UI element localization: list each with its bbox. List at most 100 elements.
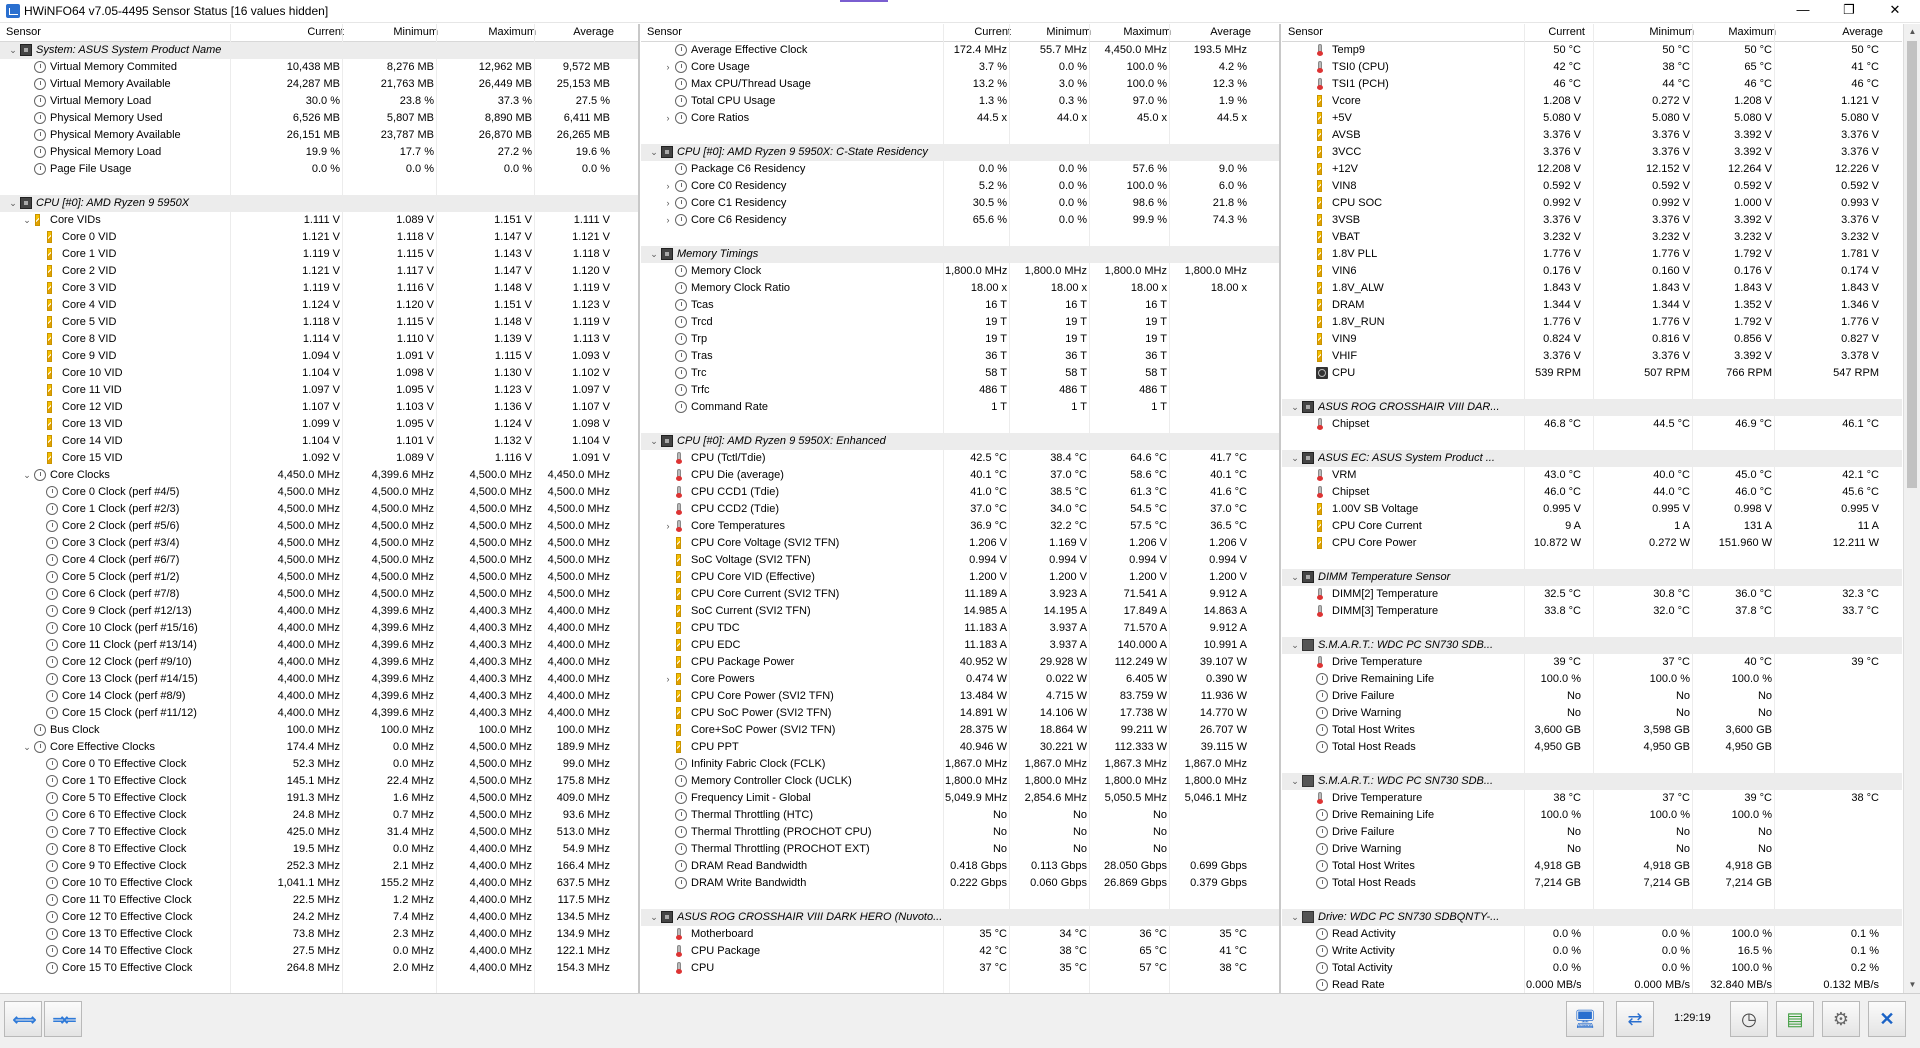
- sensor-row[interactable]: Drive Failure No No No: [1282, 824, 1902, 841]
- sensor-row[interactable]: Page File Usage 0.0 % 0.0 % 0.0 % 0.0 %: [0, 161, 638, 178]
- sensor-row[interactable]: TSI1 (PCH) 46 °C 44 °C 46 °C 46 °C: [1282, 76, 1902, 93]
- sensor-row[interactable]: Total Host Writes 3,600 GB 3,598 GB 3,600 G…: [1282, 722, 1902, 739]
- sensor-row[interactable]: Drive Temperature 39 °C 37 °C 40 °C 39 °C: [1282, 654, 1902, 671]
- sensor-group-header[interactable]: ⌄ DIMM Temperature Sensor: [1282, 569, 1902, 586]
- sensor-row[interactable]: Average Effective Clock 172.4 MHz 55.7 MHz…: [641, 42, 1279, 59]
- sensor-row[interactable]: 3VSB 3.376 V 3.376 V 3.392 V 3.376 V: [1282, 212, 1902, 229]
- column-header-maximum[interactable]: Maximum: [1694, 24, 1776, 41]
- sensor-row[interactable]: Core 8 T0 Effective Clock 19.5 MHz 0.0 MHz…: [0, 841, 638, 858]
- sensor-row[interactable]: VRM 43.0 °C 40.0 °C 45.0 °C 42.1 °C: [1282, 467, 1902, 484]
- sensor-row[interactable]: Core 1 Clock (perf #2/3) 4,500.0 MHz 4,500…: [0, 501, 638, 518]
- sensor-row[interactable]: Memory Controller Clock (UCLK) 1,800.0 MH…: [641, 773, 1279, 790]
- sensor-row[interactable]: DRAM Write Bandwidth 0.222 Gbps 0.060 Gbps…: [641, 875, 1279, 892]
- expand-chevron-icon[interactable]: ›: [663, 518, 673, 535]
- column-header-sensor[interactable]: Sensor: [1288, 24, 1524, 41]
- sensor-row[interactable]: Physical Memory Load 19.9 % 17.7 % 27.2 % 19…: [0, 144, 638, 161]
- sensor-row[interactable]: CPU Core VID (Effective) 1.200 V 1.200 V 1.…: [641, 569, 1279, 586]
- column-header-minimum[interactable]: Minimum: [344, 24, 438, 41]
- column-header-sensor[interactable]: Sensor: [647, 24, 943, 41]
- sensor-row[interactable]: +5V 5.080 V 5.080 V 5.080 V 5.080 V: [1282, 110, 1902, 127]
- column-header-current[interactable]: Current: [1526, 24, 1585, 41]
- column-header-average[interactable]: Average: [536, 24, 614, 41]
- sensor-row[interactable]: Infinity Fabric Clock (FCLK) 1,867.0 MHz 1…: [641, 756, 1279, 773]
- column-header-maximum[interactable]: Maximum: [1091, 24, 1171, 41]
- sensor-row[interactable]: Trcd 19 T 19 T 19 T: [641, 314, 1279, 331]
- sensor-row[interactable]: Core 11 VID 1.097 V 1.095 V 1.123 V 1.097 V: [0, 382, 638, 399]
- sensor-row[interactable]: › Core Temperatures 36.9 °C 32.2 °C 57.5 °C 3…: [641, 518, 1279, 535]
- column-header-sensor[interactable]: Sensor: [6, 24, 230, 41]
- sensor-row[interactable]: Core 13 T0 Effective Clock 73.8 MHz 2.3 MH…: [0, 926, 638, 943]
- expand-chevron-icon[interactable]: ›: [663, 212, 673, 229]
- sensor-row[interactable]: Core 5 VID 1.118 V 1.115 V 1.148 V 1.119 V: [0, 314, 638, 331]
- sensor-row[interactable]: Thermal Throttling (PROCHOT CPU) No No No: [641, 824, 1279, 841]
- sensor-row[interactable]: Core 0 VID 1.121 V 1.118 V 1.147 V 1.121 V: [0, 229, 638, 246]
- sensor-row[interactable]: Trc 58 T 58 T 58 T: [641, 365, 1279, 382]
- sensor-group-header[interactable]: ⌄ CPU [#0]: AMD Ryzen 9 5950X: [0, 195, 638, 212]
- sensor-row[interactable]: TSI0 (CPU) 42 °C 38 °C 65 °C 41 °C: [1282, 59, 1902, 76]
- collapse-chevron-icon[interactable]: ⌄: [649, 246, 659, 263]
- sensor-group-header[interactable]: ⌄ CPU [#0]: AMD Ryzen 9 5950X: C-State Re…: [641, 144, 1279, 161]
- sensor-row[interactable]: Command Rate 1 T 1 T 1 T: [641, 399, 1279, 416]
- sensor-row[interactable]: Core 9 T0 Effective Clock 252.3 MHz 2.1 MH…: [0, 858, 638, 875]
- sensor-row[interactable]: Total Host Reads 7,214 GB 7,214 GB 7,214 GB: [1282, 875, 1902, 892]
- sensor-row[interactable]: Core 5 Clock (perf #1/2) 4,500.0 MHz 4,500…: [0, 569, 638, 586]
- sensor-row[interactable]: DIMM[3] Temperature 33.8 °C 32.0 °C 37.8 °C…: [1282, 603, 1902, 620]
- sensor-row[interactable]: Chipset 46.0 °C 44.0 °C 46.0 °C 45.6 °C: [1282, 484, 1902, 501]
- vertical-scrollbar[interactable]: ▲ ▼: [1903, 24, 1920, 993]
- report-button[interactable]: 🖥: [1566, 1001, 1604, 1037]
- sensor-row[interactable]: Core 0 T0 Effective Clock 52.3 MHz 0.0 MHz…: [0, 756, 638, 773]
- sensor-row[interactable]: Tcas 16 T 16 T 16 T: [641, 297, 1279, 314]
- sensor-row[interactable]: Temp9 50 °C 50 °C 50 °C 50 °C: [1282, 42, 1902, 59]
- sensor-row[interactable]: CPU Core Power 10.872 W 0.272 W 151.960 W 12…: [1282, 535, 1902, 552]
- sensor-row[interactable]: CPU Core Power (SVI2 TFN) 13.484 W 4.715 W…: [641, 688, 1279, 705]
- sensor-row[interactable]: CPU 539 RPM 507 RPM 766 RPM 547 RPM: [1282, 365, 1902, 382]
- sensor-row[interactable]: › Core Powers 0.474 W 0.022 W 6.405 W 0.390 W: [641, 671, 1279, 688]
- sensor-row[interactable]: CPU SoC Power (SVI2 TFN) 14.891 W 14.106 W…: [641, 705, 1279, 722]
- collapse-chevron-icon[interactable]: ⌄: [1290, 569, 1300, 586]
- sensor-row[interactable]: › Core Ratios 44.5 x 44.0 x 45.0 x 44.5 x: [641, 110, 1279, 127]
- sensor-row[interactable]: Core 5 T0 Effective Clock 191.3 MHz 1.6 MH…: [0, 790, 638, 807]
- collapse-chevron-icon[interactable]: ⌄: [1290, 909, 1300, 926]
- sensor-row[interactable]: Core 11 Clock (perf #13/14) 4,400.0 MHz 4,…: [0, 637, 638, 654]
- sensor-row[interactable]: Virtual Memory Commited 10,438 MB 8,276 MB…: [0, 59, 638, 76]
- sensor-row[interactable]: Motherboard 35 °C 34 °C 36 °C 35 °C: [641, 926, 1279, 943]
- column-header-maximum[interactable]: Maximum: [438, 24, 536, 41]
- sensor-row[interactable]: 1.8V_RUN 1.776 V 1.776 V 1.792 V 1.776 V: [1282, 314, 1902, 331]
- close-button[interactable]: ✕: [1872, 0, 1918, 22]
- sensor-row[interactable]: 1.00V SB Voltage 0.995 V 0.995 V 0.998 V 0.9…: [1282, 501, 1902, 518]
- sensor-row[interactable]: Core 15 Clock (perf #11/12) 4,400.0 MHz 4,…: [0, 705, 638, 722]
- sensor-row[interactable]: Core 14 Clock (perf #8/9) 4,400.0 MHz 4,39…: [0, 688, 638, 705]
- sensor-row[interactable]: Core 10 VID 1.104 V 1.098 V 1.130 V 1.102 V: [0, 365, 638, 382]
- sensor-row[interactable]: 1.8V PLL 1.776 V 1.776 V 1.792 V 1.781 V: [1282, 246, 1902, 263]
- sensor-row[interactable]: CPU Die (average) 40.1 °C 37.0 °C 58.6 °C 40…: [641, 467, 1279, 484]
- sensor-row[interactable]: Core 1 T0 Effective Clock 145.1 MHz 22.4 M…: [0, 773, 638, 790]
- collapse-chevron-icon[interactable]: ⌄: [649, 144, 659, 161]
- sensor-row[interactable]: Core 13 VID 1.099 V 1.095 V 1.124 V 1.098 V: [0, 416, 638, 433]
- expand-chevron-icon[interactable]: ›: [663, 671, 673, 688]
- sensor-row[interactable]: 1.8V_ALW 1.843 V 1.843 V 1.843 V 1.843 V: [1282, 280, 1902, 297]
- sensor-row[interactable]: Core 12 VID 1.107 V 1.103 V 1.136 V 1.107 V: [0, 399, 638, 416]
- sensor-row[interactable]: DRAM Read Bandwidth 0.418 Gbps 0.113 Gbps 2…: [641, 858, 1279, 875]
- sensor-row[interactable]: CPU 37 °C 35 °C 57 °C 38 °C: [641, 960, 1279, 977]
- logging-button[interactable]: ▤: [1776, 1001, 1814, 1037]
- sensor-row[interactable]: Drive Temperature 38 °C 37 °C 39 °C 38 °C: [1282, 790, 1902, 807]
- sensor-row[interactable]: Core 1 VID 1.119 V 1.115 V 1.143 V 1.118 V: [0, 246, 638, 263]
- sensor-row[interactable]: Frequency Limit - Global 5,049.9 MHz 2,854…: [641, 790, 1279, 807]
- sensor-row[interactable]: AVSB 3.376 V 3.376 V 3.392 V 3.376 V: [1282, 127, 1902, 144]
- sensor-row[interactable]: Core 8 VID 1.114 V 1.110 V 1.139 V 1.113 V: [0, 331, 638, 348]
- sensor-row[interactable]: Trfc 486 T 486 T 486 T: [641, 382, 1279, 399]
- sensor-row[interactable]: Total CPU Usage 1.3 % 0.3 % 97.0 % 1.9 %: [641, 93, 1279, 110]
- sensor-row[interactable]: Core 12 T0 Effective Clock 24.2 MHz 7.4 MH…: [0, 909, 638, 926]
- sensor-group-header[interactable]: ⌄ ASUS ROG CROSSHAIR VIII DARK HERO (Nuvo…: [641, 909, 1279, 926]
- sensor-row[interactable]: Drive Remaining Life 100.0 % 100.0 % 100.0 …: [1282, 671, 1902, 688]
- sensor-row[interactable]: › Core C0 Residency 5.2 % 0.0 % 100.0 % 6.0 %: [641, 178, 1279, 195]
- collapse-chevron-icon[interactable]: ⌄: [8, 195, 18, 212]
- sensor-row[interactable]: Core 7 T0 Effective Clock 425.0 MHz 31.4 M…: [0, 824, 638, 841]
- collapse-chevron-icon[interactable]: ⌄: [22, 739, 32, 756]
- sensor-row[interactable]: Core+SoC Power (SVI2 TFN) 28.375 W 18.864 …: [641, 722, 1279, 739]
- sensor-row[interactable]: Total Host Reads 4,950 GB 4,950 GB 4,950 GB: [1282, 739, 1902, 756]
- sensor-row[interactable]: Core 4 Clock (perf #6/7) 4,500.0 MHz 4,500…: [0, 552, 638, 569]
- sensor-row[interactable]: Total Host Writes 4,918 GB 4,918 GB 4,918 G…: [1282, 858, 1902, 875]
- column-header-minimum[interactable]: Minimum: [1595, 24, 1694, 41]
- sensor-row[interactable]: CPU CCD2 (Tdie) 37.0 °C 34.0 °C 54.5 °C 37.0…: [641, 501, 1279, 518]
